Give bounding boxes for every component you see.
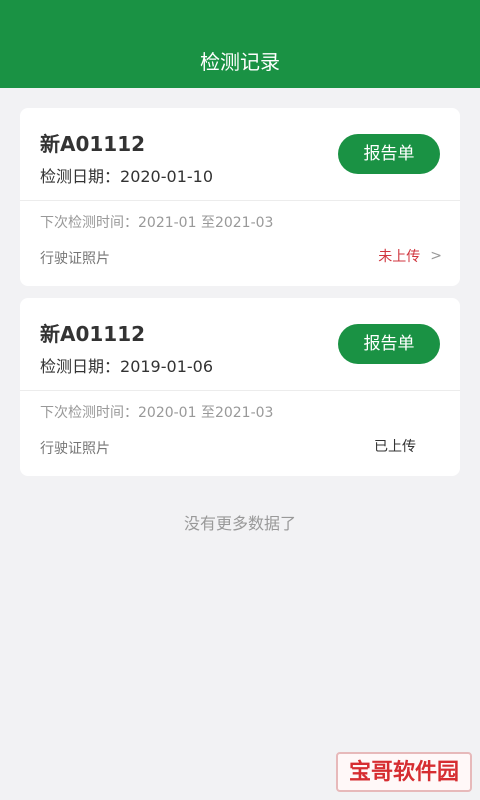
report-button[interactable]: 报告单 bbox=[338, 324, 440, 364]
inspection-date: 检测日期：2019-01-06 bbox=[40, 353, 213, 377]
plate-number: 新A01112 bbox=[40, 322, 146, 346]
next-inspection: 下次检测时间：2020-01 至2021-03 bbox=[40, 402, 273, 422]
card-divider bbox=[20, 390, 460, 391]
upload-status-link[interactable]: 未上传 > bbox=[378, 246, 442, 266]
watermark-logo: 宝哥软件园 bbox=[336, 752, 472, 792]
inspection-date: 检测日期：2020-01-10 bbox=[40, 163, 213, 187]
upload-status-text: 已上传 bbox=[374, 439, 416, 455]
card-divider bbox=[20, 200, 460, 201]
record-card[interactable]: 新A01112 检测日期：2020-01-10 报告单 下次检测时间：2021-… bbox=[20, 108, 460, 286]
license-photo-label: 行驶证照片 bbox=[40, 441, 110, 457]
next-inspection: 下次检测时间：2021-01 至2021-03 bbox=[40, 212, 273, 232]
report-button[interactable]: 报告单 bbox=[338, 134, 440, 174]
page-title: 检测记录 bbox=[200, 50, 280, 74]
next-inspection-label: 下次检测时间： bbox=[40, 405, 138, 421]
no-more-data-text: 没有更多数据了 bbox=[183, 514, 296, 533]
plate-number: 新A01112 bbox=[40, 132, 146, 156]
app-header: 检测记录 bbox=[0, 0, 480, 88]
next-inspection-label: 下次检测时间： bbox=[40, 215, 138, 231]
inspection-date-value: 2019-01-06 bbox=[120, 357, 213, 376]
upload-status-link[interactable]: 已上传 bbox=[374, 436, 416, 456]
next-inspection-range: 2021-01 至2021-03 bbox=[138, 215, 274, 231]
inspection-date-label: 检测日期： bbox=[40, 167, 121, 186]
license-photo-label: 行驶证照片 bbox=[40, 251, 110, 267]
next-inspection-range: 2020-01 至2021-03 bbox=[138, 405, 274, 421]
upload-status-text: 未上传 bbox=[378, 249, 421, 265]
record-card[interactable]: 新A01112 检测日期：2019-01-06 报告单 下次检测时间：2020-… bbox=[20, 298, 460, 476]
chevron-right-icon: > bbox=[430, 248, 442, 264]
inspection-date-label: 检测日期： bbox=[40, 357, 121, 376]
inspection-date-value: 2020-01-10 bbox=[120, 167, 213, 186]
